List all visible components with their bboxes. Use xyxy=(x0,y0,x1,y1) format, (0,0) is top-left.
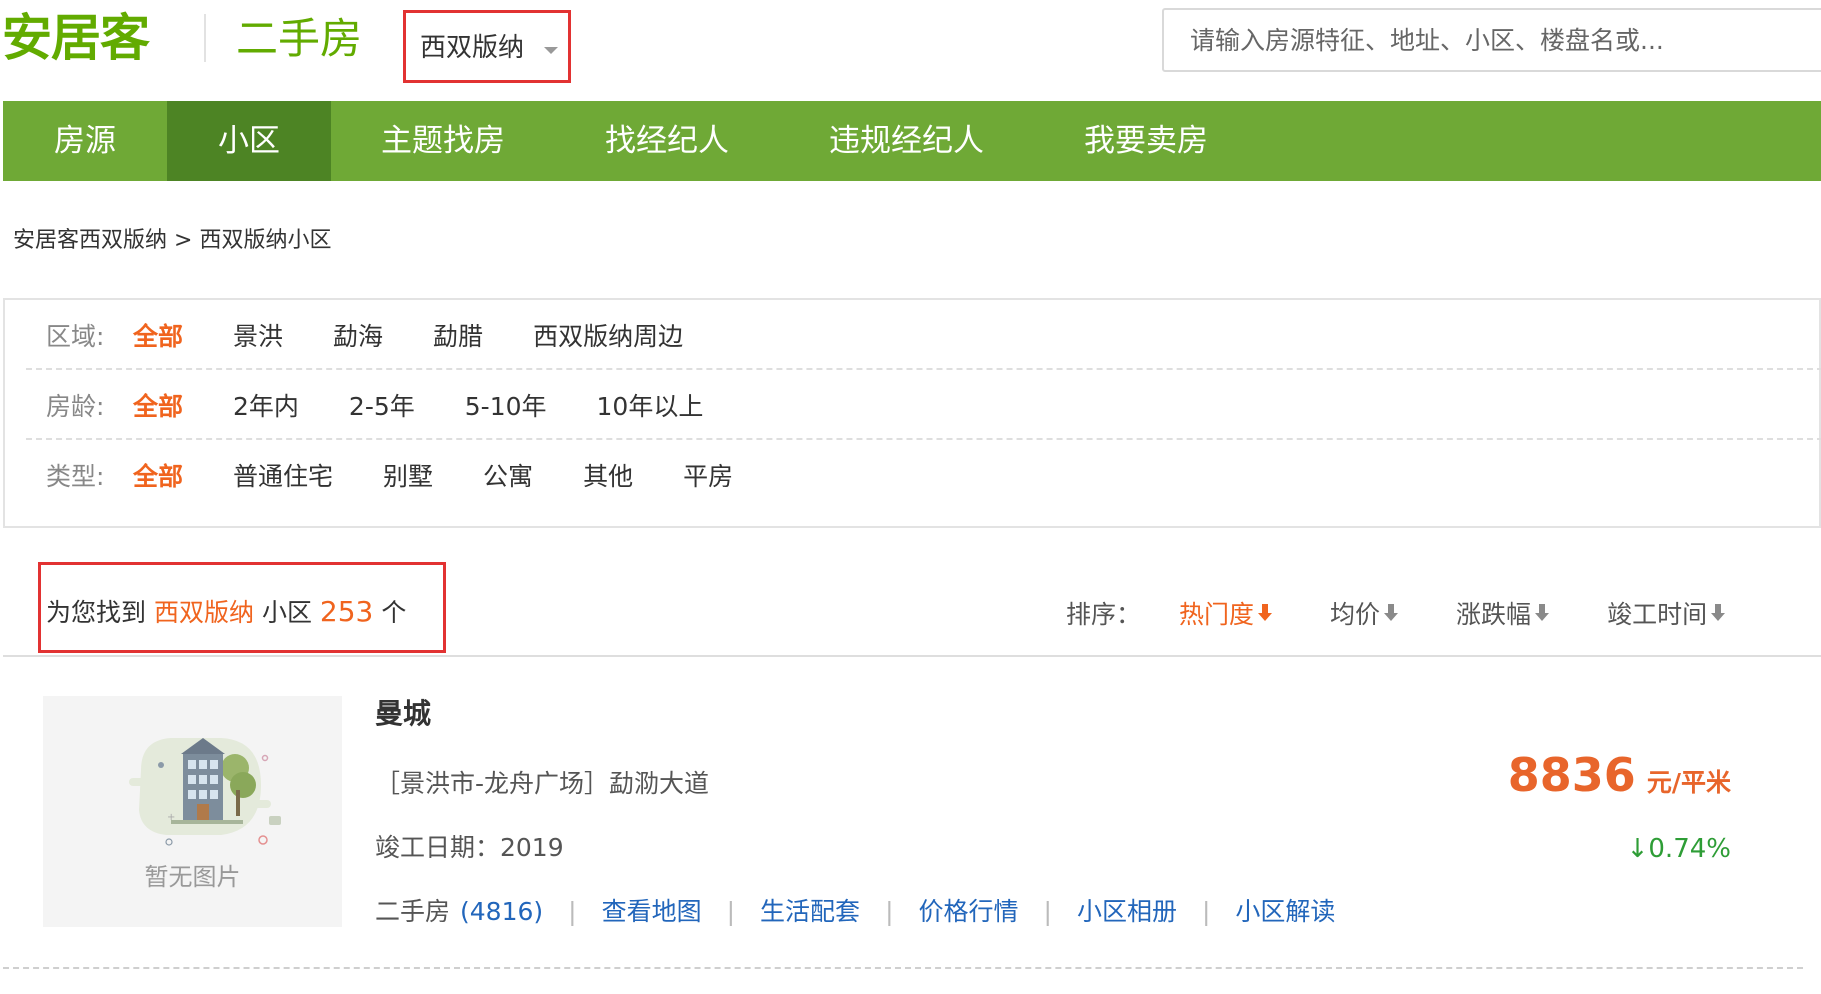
arrow-down-icon xyxy=(1535,604,1550,622)
sort-completion-time[interactable]: 竣工时间 xyxy=(1607,595,1726,631)
community-title[interactable]: 曼城 xyxy=(375,696,431,732)
community-address: ［景洪市-龙舟广场］勐泐大道 xyxy=(375,769,710,798)
sort-popularity[interactable]: 热门度 xyxy=(1179,595,1273,631)
sort-label: 排序： xyxy=(1066,600,1142,629)
city-name: 西双版纳 xyxy=(420,33,525,63)
link-separator: | xyxy=(885,897,894,926)
filter-option-menghai[interactable]: 勐海 xyxy=(333,317,383,353)
sort-avg-price[interactable]: 均价 xyxy=(1330,595,1399,631)
result-summary: 为您找到 西双版纳 小区 253 个 xyxy=(38,562,446,653)
filter-option-jinghong[interactable]: 景洪 xyxy=(233,317,283,353)
nav-item-listings[interactable]: 房源 xyxy=(3,101,167,181)
sort-bar: 排序： 热门度 均价 涨跌幅 竣工时间 xyxy=(1066,595,1783,631)
summary-suffix: 个 xyxy=(381,598,407,627)
filter-row-region: 区域: 全部 景洪 勐海 勐腊 西双版纳周边 xyxy=(26,300,1821,370)
filter-option-residential[interactable]: 普通住宅 xyxy=(233,457,333,493)
link-separator: | xyxy=(568,897,577,926)
filter-option-age-10y-plus[interactable]: 10年以上 xyxy=(597,387,704,423)
avg-price: 8836 元/平米 xyxy=(1508,748,1731,802)
price-trend-link[interactable]: 价格行情 xyxy=(919,896,1019,928)
sort-popularity-label: 热门度 xyxy=(1179,600,1255,629)
main-nav: 房源 小区 主题找房 找经纪人 违规经纪人 我要卖房 xyxy=(3,101,1821,181)
avg-price-value: 8836 xyxy=(1507,748,1636,802)
summary-city: 西双版纳 xyxy=(153,598,254,627)
nav-item-communities[interactable]: 小区 xyxy=(167,101,331,181)
site-logo[interactable]: 安居客 xyxy=(2,8,150,68)
filter-row-age: 房龄: 全部 2年内 2-5年 5-10年 10年以上 xyxy=(26,370,1821,440)
filter-option-villa[interactable]: 别墅 xyxy=(383,457,433,493)
filter-row-type: 类型: 全部 普通住宅 别墅 公寓 其他 平房 xyxy=(26,440,1821,510)
community-links: 二手房 (4816) | 查看地图 | 生活配套 | 价格行情 | 小区相册 |… xyxy=(375,896,1335,928)
completion-date: 竣工日期：2019 xyxy=(375,833,564,862)
result-summary-text: 为您找到 西双版纳 小区 253 个 xyxy=(46,596,406,629)
list-divider xyxy=(3,655,1821,657)
second-hand-label: 二手房 xyxy=(375,897,451,926)
search-input[interactable] xyxy=(1162,8,1821,72)
listing-thumbnail[interactable]: + 暂无图片 xyxy=(43,696,342,927)
filter-option-age-all[interactable]: 全部 xyxy=(133,387,183,423)
city-selector[interactable]: 西双版纳 xyxy=(403,10,571,83)
sort-avg-price-label: 均价 xyxy=(1330,600,1381,629)
photo-album-link[interactable]: 小区相册 xyxy=(1077,896,1177,928)
building-placeholder-icon: + xyxy=(129,738,281,846)
caret-down-icon xyxy=(544,47,558,54)
filter-label-region: 区域: xyxy=(46,322,105,351)
summary-mid: 小区 xyxy=(261,598,312,627)
filter-option-age-5-10y[interactable]: 5-10年 xyxy=(465,387,547,423)
second-hand-count-link[interactable]: (4816) xyxy=(460,896,543,928)
nav-item-sell-house[interactable]: 我要卖房 xyxy=(1034,101,1258,181)
filter-option-type-all[interactable]: 全部 xyxy=(133,457,183,493)
filter-panel: 区域: 全部 景洪 勐海 勐腊 西双版纳周边 房龄: 全部 2年内 2-5年 5… xyxy=(3,298,1821,528)
filter-option-age-2y[interactable]: 2年内 xyxy=(233,387,299,423)
nav-item-theme-search[interactable]: 主题找房 xyxy=(331,101,555,181)
filter-label-age: 房龄: xyxy=(46,392,105,421)
sort-change[interactable]: 涨跌幅 xyxy=(1456,595,1550,631)
filter-option-apartment[interactable]: 公寓 xyxy=(483,457,533,493)
filter-option-other[interactable]: 其他 xyxy=(583,457,633,493)
link-separator: | xyxy=(1043,897,1052,926)
sort-completion-time-label: 竣工时间 xyxy=(1607,600,1708,629)
amenities-link[interactable]: 生活配套 xyxy=(760,896,860,928)
filter-option-bungalow[interactable]: 平房 xyxy=(683,457,733,493)
filter-option-region-all[interactable]: 全部 xyxy=(133,317,183,353)
breadcrumb-separator: > xyxy=(174,228,193,253)
community-interpretation-link[interactable]: 小区解读 xyxy=(1235,896,1335,928)
filter-option-age-2-5y[interactable]: 2-5年 xyxy=(349,387,415,423)
link-separator: | xyxy=(1201,897,1211,926)
price-change: ↓0.74% xyxy=(1626,834,1731,864)
nav-item-violating-agents[interactable]: 违规经纪人 xyxy=(779,101,1034,181)
filter-option-mengla[interactable]: 勐腊 xyxy=(433,317,483,353)
breadcrumb-current: 西双版纳小区 xyxy=(199,228,332,253)
breadcrumb-home[interactable]: 安居客西双版纳 xyxy=(13,228,167,253)
logo-divider xyxy=(204,14,206,62)
filter-option-surrounding[interactable]: 西双版纳周边 xyxy=(533,317,683,353)
summary-prefix: 为您找到 xyxy=(46,598,147,627)
breadcrumb: 安居客西双版纳 > 西双版纳小区 xyxy=(13,226,331,256)
section-title[interactable]: 二手房 xyxy=(236,12,362,66)
arrow-down-icon xyxy=(1384,604,1399,622)
filter-label-type: 类型: xyxy=(46,462,105,491)
view-map-link[interactable]: 查看地图 xyxy=(602,896,702,928)
arrow-down-icon xyxy=(1258,604,1273,622)
no-image-label: 暂无图片 xyxy=(144,863,241,891)
svg-text:+: + xyxy=(167,812,175,823)
result-count: 253 xyxy=(319,595,374,628)
link-separator: | xyxy=(726,897,736,926)
listing-divider xyxy=(3,967,1803,969)
sort-change-label: 涨跌幅 xyxy=(1456,600,1532,629)
arrow-down-icon xyxy=(1711,604,1726,622)
avg-price-unit: 元/平米 xyxy=(1646,768,1731,797)
nav-item-find-agent[interactable]: 找经纪人 xyxy=(555,101,779,181)
